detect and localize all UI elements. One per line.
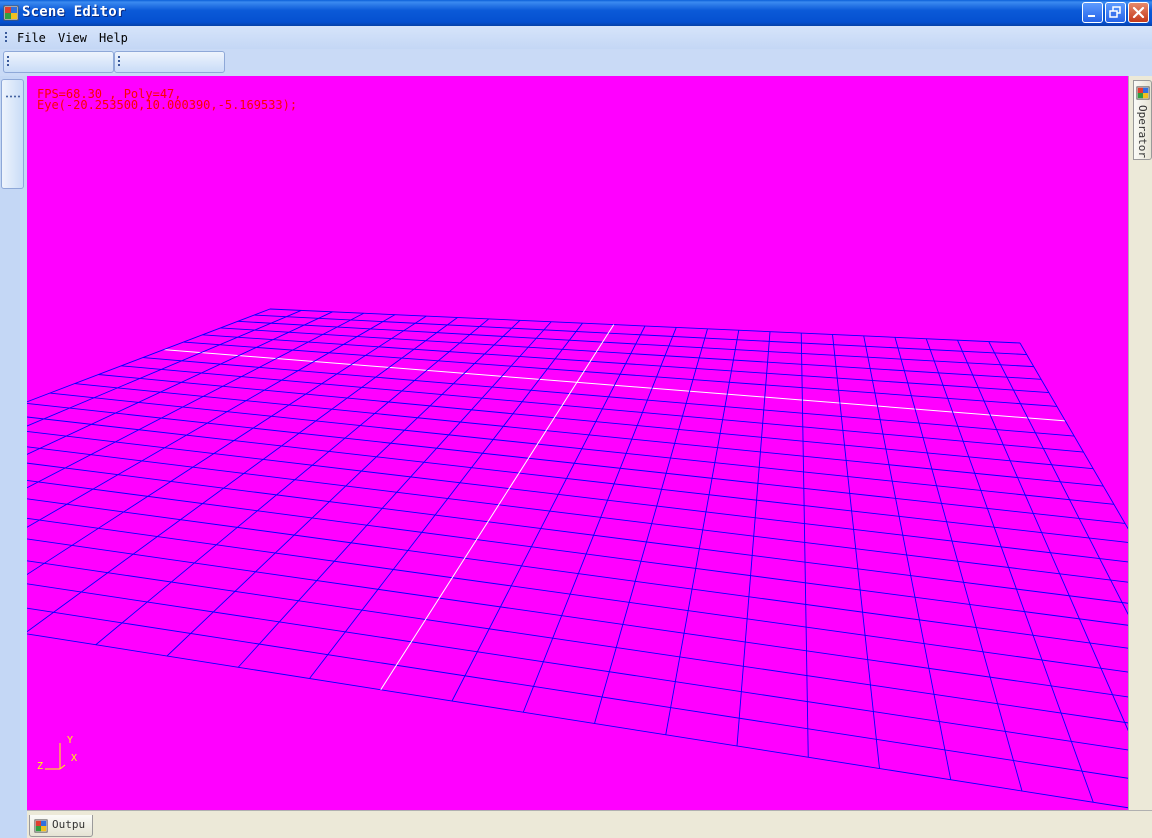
grid-line-horizontal — [27, 583, 1128, 751]
title-bar[interactable]: Scene Editor — [0, 0, 1152, 26]
grid-line-horizontal — [27, 402, 1126, 524]
window-title: Scene Editor — [22, 4, 126, 20]
grid-line-horizontal — [27, 430, 1128, 563]
restore-icon — [1109, 6, 1121, 18]
axis-x-label: X — [71, 753, 77, 764]
grid-line-vertical — [451, 325, 646, 702]
toolbar-2 — [114, 51, 225, 73]
menu-file[interactable]: File — [15, 31, 48, 45]
bottom-left-corner — [0, 810, 27, 838]
grid-line-vertical — [925, 338, 1094, 803]
ground-grid — [27, 308, 1128, 809]
left-toolbar-grip-handle[interactable] — [6, 83, 20, 98]
grid-line-vertical — [309, 322, 583, 679]
grid-line-vertical — [522, 327, 677, 713]
minimize-icon — [1088, 15, 1095, 17]
output-tab[interactable]: Outpu — [29, 815, 93, 837]
grid-line-vertical — [27, 312, 364, 489]
scene-editor-window: Scene Editor File View Help FPS=68.30 , … — [0, 0, 1152, 838]
output-tab-label: Outpu — [52, 818, 86, 831]
grid-line-horizontal — [27, 416, 1128, 543]
close-button[interactable] — [1128, 2, 1149, 23]
grid-line-vertical — [800, 333, 809, 758]
menu-help[interactable]: Help — [97, 31, 130, 45]
grid-line-vertical — [736, 331, 771, 747]
grid-line-horizontal — [27, 560, 1128, 724]
bottom-dock: Outpu — [27, 810, 1152, 838]
grid-line-vertical — [27, 317, 458, 633]
output-icon — [34, 819, 48, 833]
operator-icon — [1136, 86, 1150, 100]
app-icon — [3, 5, 19, 21]
left-toolbar — [1, 79, 24, 189]
grid-line-horizontal — [27, 480, 1128, 626]
toolbar-row — [0, 49, 1152, 76]
grid-line-vertical — [237, 321, 552, 668]
restore-button[interactable] — [1105, 2, 1126, 23]
grid-line-vertical — [665, 330, 740, 735]
eye-position-readout: Eye(-20.253500,10.000390,-5.169533); — [37, 98, 298, 112]
operator-tab-label: Operator — [1136, 105, 1149, 158]
axis-y-label: Y — [67, 735, 73, 746]
grid-line-vertical — [957, 339, 1128, 732]
toolbar-2-grip-handle[interactable] — [118, 56, 121, 68]
grid-line-vertical — [27, 315, 427, 576]
axis-gizmo: Y X Z — [37, 735, 77, 772]
grid-line-vertical — [166, 320, 521, 657]
menu-view[interactable]: View — [56, 31, 89, 45]
grid-line-horizontal — [27, 517, 1128, 673]
menu-grip-handle[interactable] — [5, 32, 8, 44]
close-icon — [1132, 6, 1145, 19]
grid-line-vertical — [863, 335, 952, 780]
minimize-button[interactable] — [1082, 2, 1103, 23]
grid-line-horizontal — [27, 498, 1128, 649]
operator-tab[interactable]: Operator — [1133, 80, 1152, 160]
toolbar-1 — [3, 51, 114, 73]
grid-line-horizontal — [27, 633, 1128, 809]
left-dock — [0, 76, 27, 838]
grid-line-vertical — [894, 337, 1023, 792]
grid-line-vertical — [95, 318, 490, 646]
menu-bar: File View Help — [0, 26, 1152, 49]
x-axis-line — [59, 764, 66, 770]
right-dock: Operator — [1128, 76, 1152, 810]
grid-line-vertical — [27, 314, 396, 528]
grid-line-horizontal — [27, 607, 1128, 779]
scene-viewport[interactable]: FPS=68.30 , Poly=47, Eye(-20.253500,10.0… — [27, 76, 1128, 810]
axis-z-label: Z — [37, 761, 43, 772]
toolbar-1-grip-handle[interactable] — [7, 56, 10, 68]
grid-line-vertical — [832, 334, 880, 769]
grid-line-vertical — [1019, 342, 1128, 530]
